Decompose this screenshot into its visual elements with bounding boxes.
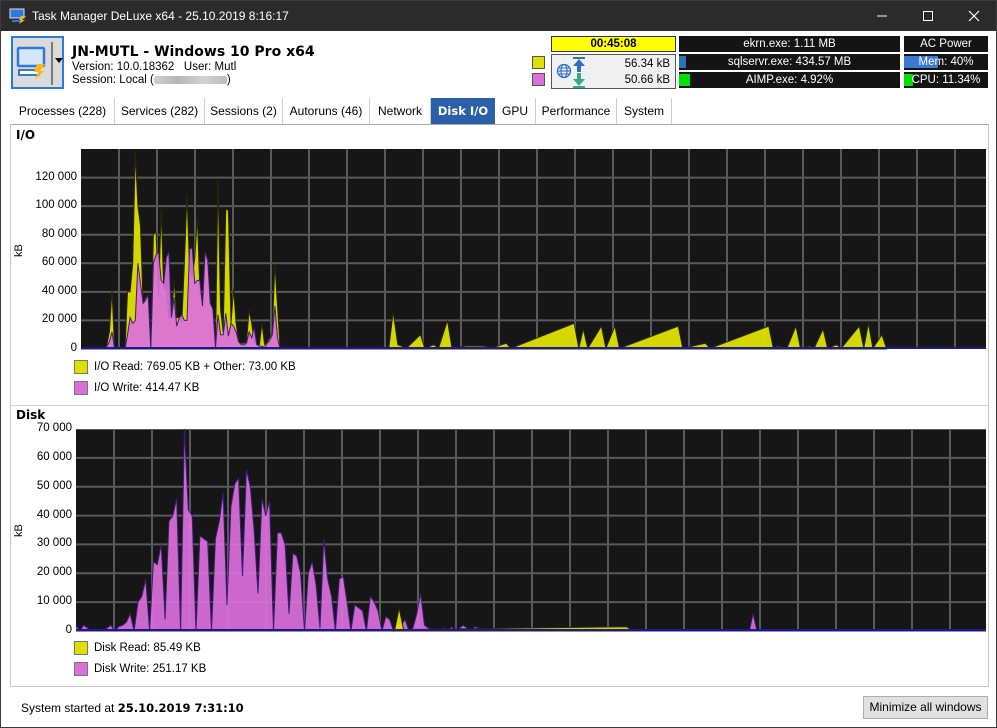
net-down-value: 50.66 kB [624,74,670,86]
tab-autoruns[interactable]: Autoruns (46) [283,98,370,124]
net-send-color-swatch [532,56,545,69]
tab-services[interactable]: Services (282) [115,98,205,124]
machine-title: JN-MUTL - Windows 10 Pro x64 [72,44,315,60]
y-tick-label: 70 000 [36,422,72,434]
y-tick-label: 20 000 [41,313,77,326]
y-tick-label: 120 000 [35,170,77,183]
y-tick-label: 80 000 [41,227,77,240]
title-bar[interactable]: Task Manager DeLuxe x64 - 25.10.2019 8:1… [1,1,996,31]
session-prefix: Session: Local ( [72,74,154,86]
app-monitor-icon [9,8,26,24]
monitor-label: ekrn.exe: 1.11 MB [743,38,836,50]
window-title: Task Manager DeLuxe x64 - 25.10.2019 8:1… [32,9,289,23]
tab-sessions[interactable]: Sessions (2) [205,98,283,124]
disk-y-axis-label: kB [13,524,25,537]
io-read-legend-label: I/O Read: 769.05 KB + Other: 73.00 KB [94,361,296,373]
system-started-info: System started at 25.10.2019 7:31:10 [21,701,244,715]
minimize-button[interactable] [859,1,905,31]
top-cpu-process-monitor[interactable]: AIMP.exe: 4.92% [679,72,900,88]
globe-icon [556,63,572,79]
computer-icon [16,46,46,80]
monitor-fill-bar [679,56,686,68]
y-tick-label: 30 000 [36,537,72,550]
minimize-icon [877,15,887,17]
dropdown-arrow-icon[interactable] [55,58,63,63]
tab-performance[interactable]: Performance [536,98,617,124]
monitor-label: AC Power [920,38,972,50]
disk-write-legend-swatch [74,662,88,676]
memory-monitor[interactable]: Mem: 40% [904,54,988,70]
y-tick-label: 0 [65,624,72,636]
io-section-title: I/O [16,128,36,142]
y-tick-label: 10 000 [36,595,72,608]
network-traffic-box[interactable]: 56.34 kB 50.66 kB [551,54,676,89]
net-up-value: 56.34 kB [624,58,670,70]
session-line: Session: Local () [72,74,231,86]
io-y-axis-label: kB [13,244,25,257]
tab-processes[interactable]: Processes (228) [11,98,115,124]
tab-system[interactable]: System [617,98,672,124]
uptime-timer: 00:45:08 [551,36,676,52]
io-write-legend-swatch [74,381,88,395]
y-tick-label: 60 000 [41,256,77,269]
computer-menu-button[interactable] [11,36,64,89]
y-tick-label: 20 000 [36,566,72,579]
session-suffix: ) [226,74,231,86]
split-divider [51,42,53,85]
top-io-process-monitor[interactable]: sqlservr.exe: 434.57 MB [679,54,900,70]
monitor-label: CPU: 11.34% [911,74,981,86]
up-down-arrows-icon [573,57,585,88]
monitor-label: Mem: 40% [918,56,974,68]
disk-write-legend-label: Disk Write: 251.17 KB [94,663,207,675]
redacted-session-name [153,75,227,84]
tab-network[interactable]: Network [370,98,431,124]
disk-chart [76,429,986,633]
y-tick-label: 40 000 [36,508,72,521]
section-divider [11,405,988,406]
y-tick-label: 0 [70,342,77,354]
disk-read-legend-label: Disk Read: 85.49 KB [94,642,201,654]
y-tick-label: 40 000 [41,284,77,297]
power-monitor[interactable]: AC Power [904,36,988,52]
maximize-icon [923,11,933,21]
close-button[interactable] [951,1,997,31]
maximize-button[interactable] [905,1,951,31]
top-memory-process-monitor[interactable]: ekrn.exe: 1.11 MB [679,36,900,52]
disk-read-legend-swatch [74,641,88,655]
system-started-value: 25.10.2019 7:31:10 [117,701,244,715]
y-tick-label: 100 000 [35,199,77,212]
minimize-all-windows-button[interactable]: Minimize all windows [863,696,988,719]
monitor-fill-bar [679,74,691,86]
y-tick-label: 50 000 [36,479,72,492]
io-write-legend-label: I/O Write: 414.47 KB [94,382,200,394]
net-receive-color-swatch [532,73,545,86]
system-started-label: System started at [21,701,115,715]
disk-section-title: Disk [16,408,46,422]
monitor-label: sqlservr.exe: 434.57 MB [727,56,852,68]
cpu-monitor[interactable]: CPU: 11.34% [904,72,988,88]
monitor-label: AIMP.exe: 4.92% [745,74,834,86]
y-tick-label: 60 000 [36,450,72,463]
io-read-legend-swatch [74,360,88,374]
tab-gpu[interactable]: GPU [495,98,536,124]
app-window: Task Manager DeLuxe x64 - 25.10.2019 8:1… [0,0,997,728]
close-icon [968,10,980,22]
tab-disk-io[interactable]: Disk I/O [431,98,495,124]
io-chart [81,149,986,351]
version-user-line: Version: 10.0.18362 User: Mutl [72,61,237,73]
